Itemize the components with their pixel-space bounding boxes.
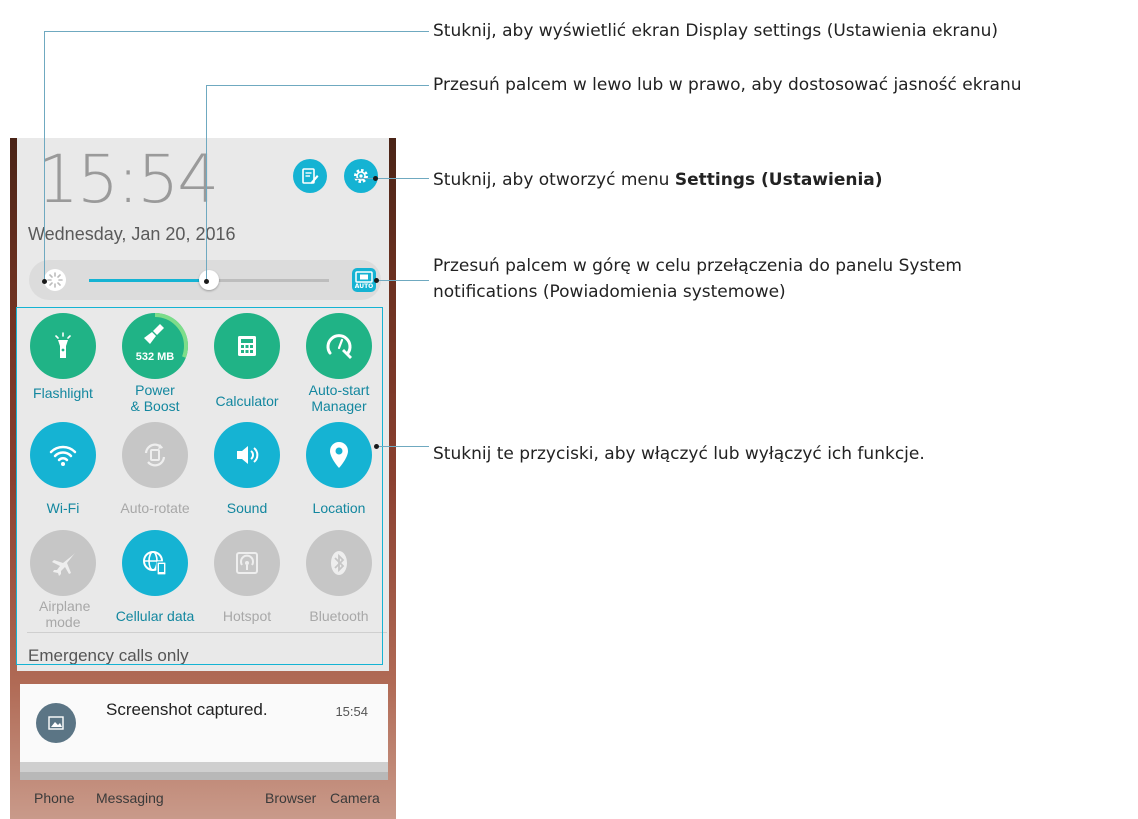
annotation-toggles: Stuknij te przyciski, aby włączyć lub wy… [433, 444, 925, 464]
auto-brightness-toggle[interactable]: AUTO [352, 268, 376, 292]
leader-dot [374, 278, 379, 283]
dock-browser[interactable]: Browser [265, 790, 316, 806]
annotation-swipe-line1: Przesuń palcem w górę w celu przełączeni… [433, 256, 962, 276]
leader-line [376, 280, 429, 281]
leader-line [44, 31, 45, 281]
edit-note-icon [302, 168, 319, 184]
notification-card[interactable]: Screenshot captured. 15:54 [20, 684, 388, 762]
leader-dot [374, 444, 379, 449]
screenshot-icon [36, 703, 76, 743]
leader-dot [42, 279, 47, 284]
dock-phone[interactable]: Phone [34, 790, 74, 806]
notification-title: Screenshot captured. [106, 700, 268, 719]
annotation-settings: Stuknij, aby otworzyć menu Settings (Ust… [433, 167, 883, 193]
dock: Phone Messaging Browser Camera [10, 788, 396, 818]
leader-dot [204, 279, 209, 284]
annotation-settings-bold: Settings (Ustawienia) [674, 170, 883, 190]
brightness-slider-thumb[interactable] [199, 270, 219, 290]
annotation-brightness: Przesuń palcem w lewo lub w prawo, aby d… [433, 75, 1022, 95]
toggles-highlight [16, 307, 383, 665]
leader-line [376, 446, 429, 447]
leader-line [206, 85, 207, 281]
annotation-settings-text: Stuknij, aby otworzyć menu [433, 170, 675, 190]
dock-messaging[interactable]: Messaging [96, 790, 164, 806]
dock-camera[interactable]: Camera [330, 790, 380, 806]
notification-stack-shadow [20, 772, 388, 780]
date-label: Wednesday, Jan 20, 2016 [28, 224, 236, 244]
annotation-display: Stuknij, aby wyświetlić ekran Display se… [433, 21, 999, 41]
leader-dot [373, 176, 378, 181]
brightness-fill [89, 279, 209, 282]
auto-label: AUTO [354, 283, 374, 290]
notification-time: 15:54 [335, 704, 368, 719]
leader-line [354, 178, 429, 179]
notification-stack [20, 762, 388, 772]
leader-line [44, 31, 429, 32]
annotation-swipe: Przesuń palcem w górę w celu przełączeni… [433, 253, 962, 305]
clock: 15:54 [37, 141, 219, 218]
leader-line [206, 85, 429, 86]
gear-icon [354, 169, 368, 183]
edit-notes-button[interactable] [293, 159, 327, 193]
annotation-swipe-line2: notifications (Powiadomienia systemowe) [433, 282, 786, 302]
